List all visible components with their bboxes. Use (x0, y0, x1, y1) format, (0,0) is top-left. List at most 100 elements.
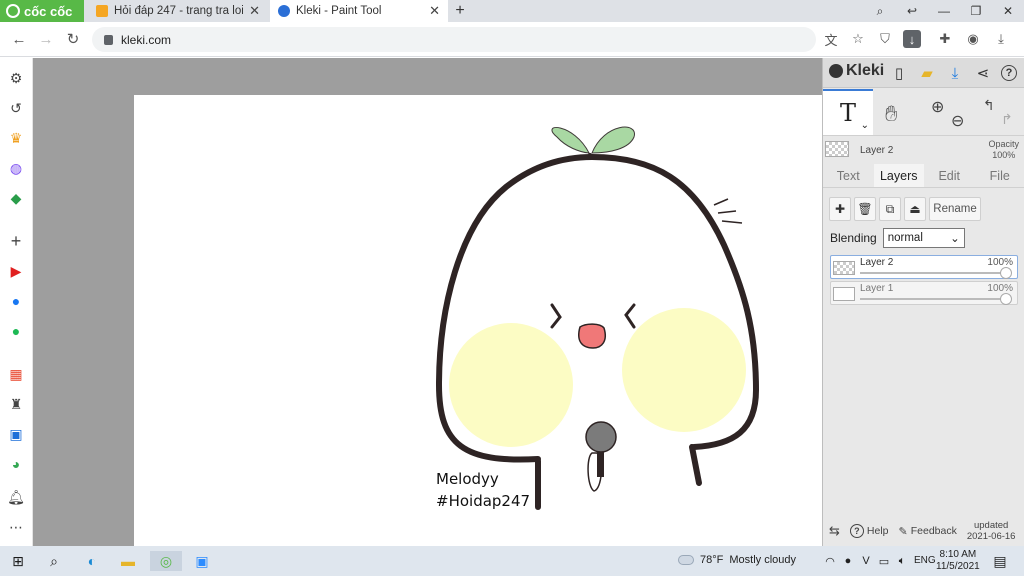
delete-layer-button[interactable]: 🗑︎ (854, 197, 876, 221)
messenger-icon[interactable]: ◍ (7, 159, 25, 177)
weather-temp: 78°F (700, 554, 724, 566)
weather-text: Mostly cloudy (729, 554, 796, 566)
chevron-down-icon[interactable]: ⌄ (861, 120, 869, 131)
mouth (578, 323, 606, 349)
redo-icon[interactable]: ↱ (1001, 111, 1013, 128)
undo-icon[interactable]: ↰ (983, 97, 995, 114)
feedback-label: Feedback (910, 525, 957, 537)
history-icon[interactable]: ↺ (7, 99, 25, 117)
network-icon[interactable]: ▭ (874, 551, 894, 571)
file-explorer-icon[interactable]: ▬ (118, 551, 138, 571)
zoom-out-icon[interactable]: ⊖ (951, 111, 964, 131)
notifications-icon[interactable]: ▤ (990, 551, 1010, 571)
windows-taskbar: ⊞ ⌕ ◐ ▬ ◎ ▣ 78°F Mostly cloudy ◠ ● V ▭ 🔈… (0, 546, 1024, 576)
back-button[interactable]: ← (10, 30, 28, 48)
game-icon[interactable]: ◆ (7, 189, 25, 207)
slider-knob[interactable] (1000, 293, 1012, 305)
reload-button[interactable]: ↻ (64, 30, 82, 48)
rename-layer-button[interactable]: Rename (929, 197, 981, 221)
merge-layer-button[interactable]: ⏏ (904, 197, 926, 221)
tab-file[interactable]: File (975, 164, 1024, 187)
layer-thumbnail (833, 261, 855, 275)
antivirus-icon[interactable]: V (856, 551, 876, 571)
crown-icon[interactable]: ♛ (7, 129, 25, 147)
weather-widget[interactable]: 78°F Mostly cloudy (678, 554, 796, 566)
close-tab-icon[interactable]: ✕ (249, 3, 260, 19)
tab-text[interactable]: Text (823, 164, 874, 187)
search-icon[interactable]: ⌕ (44, 551, 64, 571)
sprout-leaves (551, 126, 635, 159)
sale-1111-icon[interactable]: ▣ (7, 425, 25, 443)
add-layer-button[interactable]: ✚ (829, 197, 851, 221)
spotify-icon[interactable]: ● (7, 322, 25, 340)
language-indicator[interactable]: ENG (914, 555, 936, 566)
current-layer-thumbnail (825, 141, 849, 157)
browser-sidebar: ⚙ ↺ ♛ ◍ ◆ + ▶ ● ● ▦ ♜ ▣ ◕ 🔔︎ ⋯ (0, 58, 33, 546)
swap-sides-icon[interactable]: ⇆ (829, 523, 840, 539)
tab-hoidap[interactable]: Hỏi đáp 247 - trang tra loi ✕ (88, 0, 268, 22)
clock-date: 11/5/2021 (936, 561, 980, 572)
feedback-button[interactable]: ✎ Feedback (899, 525, 957, 538)
tab-layers[interactable]: Layers (873, 164, 924, 187)
help-circle-icon[interactable]: ? (999, 63, 1019, 83)
hand-tool-icon[interactable]: ✋︎ (885, 101, 898, 127)
tool-row: T ⌄ ✋︎ ⊕ ⊖ ↰ ↱ (823, 89, 1024, 135)
close-tab-icon[interactable]: ✕ (429, 3, 440, 19)
more-icon[interactable]: ⋯ (7, 518, 25, 536)
shield-icon[interactable]: ⛉ (876, 30, 894, 48)
zoom-in-icon[interactable]: ⊕ (931, 97, 944, 117)
layer-opacity-slider[interactable] (860, 272, 1006, 274)
layer-item-layer-1[interactable]: Layer 1 100% (830, 281, 1018, 305)
layer-item-layer-2[interactable]: Layer 2 100% (830, 255, 1018, 279)
maps-icon[interactable]: ◕ (7, 455, 25, 473)
canvas-workspace[interactable]: Melodyy #Hoidap247 (33, 58, 822, 546)
add-icon[interactable]: + (7, 231, 25, 251)
clock[interactable]: 8:10 AM 11/5/2021 (936, 549, 980, 573)
bell-icon[interactable]: 🔔︎ (7, 488, 25, 506)
address-bar[interactable]: kleki.com (92, 27, 816, 52)
share-icon[interactable]: ⋖ (973, 63, 993, 83)
new-tab-button[interactable]: + (452, 0, 468, 22)
translate-icon[interactable]: 文 (822, 30, 840, 48)
back-history-icon[interactable]: ↩ (896, 4, 928, 18)
windows-start-icon[interactable]: ⊞ (8, 551, 28, 571)
forward-button[interactable]: → (37, 30, 55, 48)
new-image-icon[interactable]: ▯ (889, 63, 909, 83)
sweat-marks (713, 198, 743, 224)
text-tool-button[interactable]: T ⌄ (823, 89, 873, 135)
duplicate-layer-button[interactable]: ⧉ (879, 197, 901, 221)
blending-label: Blending (830, 231, 877, 245)
coccoc-taskbar-icon[interactable]: ◎ (150, 551, 182, 571)
profile-icon[interactable]: ◉ (964, 30, 982, 48)
microphone-icon[interactable]: ● (838, 551, 858, 571)
download-ext-icon[interactable]: ↓ (903, 30, 921, 48)
tab-edit[interactable]: Edit (924, 164, 975, 187)
bookmark-star-icon[interactable]: ☆ (849, 30, 867, 48)
minimize-button[interactable]: — (928, 4, 960, 18)
slider-knob[interactable] (1000, 267, 1012, 279)
updated-note[interactable]: updated 2021-06-16 (967, 520, 1016, 542)
tab-kleki[interactable]: Kleki - Paint Tool ✕ (270, 0, 448, 22)
open-folder-icon[interactable]: ▰ (917, 63, 937, 83)
youtube-icon[interactable]: ▶ (7, 262, 25, 280)
downloads-icon[interactable]: ⤓ (992, 30, 1010, 48)
close-window-button[interactable]: ✕ (992, 4, 1024, 18)
edge-icon[interactable]: ◐ (82, 551, 102, 571)
save-download-icon[interactable]: ⤓ (945, 63, 965, 83)
layer-opacity-slider[interactable] (860, 298, 1006, 300)
settings-icon[interactable]: ⚙ (7, 69, 25, 87)
blending-select[interactable]: normal ⌄ (882, 228, 965, 248)
volume-icon[interactable]: 🔈︎ (892, 551, 912, 571)
drawing-canvas[interactable]: Melodyy #Hoidap247 (134, 95, 822, 546)
facebook-icon[interactable]: ● (7, 292, 25, 310)
extensions-icon[interactable]: ✚ (936, 30, 954, 48)
restore-button[interactable]: ❐ (960, 4, 992, 18)
brand-label: cốc cốc (24, 3, 73, 19)
rocket-icon[interactable]: ♜ (7, 395, 25, 413)
zoom-app-icon[interactable]: ▣ (192, 551, 212, 571)
coccoc-menu-button[interactable]: cốc cốc (0, 0, 84, 22)
shop-icon[interactable]: ▦ (7, 365, 25, 383)
help-button[interactable]: ? Help (849, 524, 889, 538)
wifi-icon[interactable]: ◠ (820, 551, 840, 571)
search-tabs-icon[interactable]: ⌕ (864, 4, 896, 19)
